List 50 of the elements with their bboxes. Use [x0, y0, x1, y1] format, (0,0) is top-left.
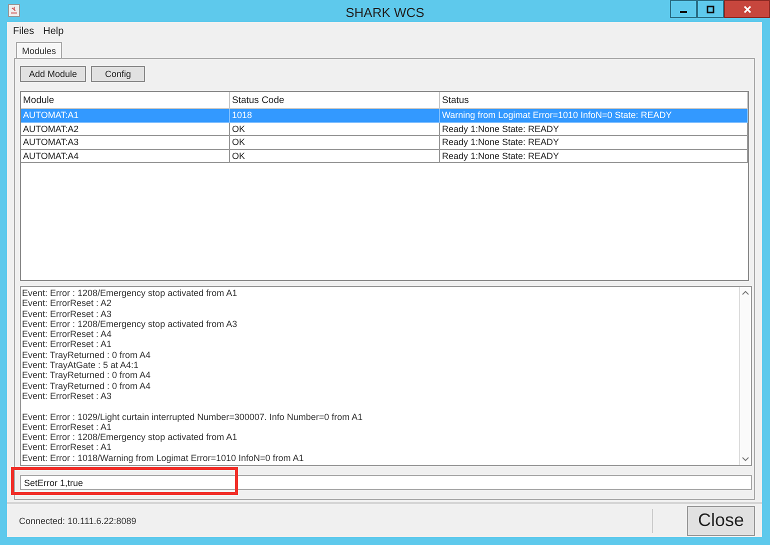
table-row[interactable]: AUTOMAT:A3 OK Ready 1:None State: READY	[21, 136, 748, 150]
log-line: Event: Error : 1208/Emergency stop activated from A3	[22, 318, 238, 330]
log-line: Event: TrayReturned : 0 from A4	[22, 380, 151, 391]
table-row[interactable]: AUTOMAT:A4 OK Ready 1:None State: READY	[21, 150, 748, 163]
close-button[interactable]: Close	[687, 506, 755, 536]
table-cell: 1018	[232, 110, 252, 120]
log-line: Event: Error : 1208/Emergency stop activated from A1	[22, 432, 238, 442]
table-cell: Ready 1:None State: READY	[442, 124, 560, 134]
close-icon	[742, 4, 752, 14]
menu-item[interactable]: Help	[43, 26, 64, 38]
toolbar-button[interactable]: Config	[91, 66, 145, 82]
toolbar-button[interactable]: Add Module	[20, 66, 86, 82]
window-title: SHARK WCS	[346, 4, 424, 20]
table-cell: Ready 1:None State: READY	[442, 137, 560, 147]
table-cell: AUTOMAT:A2	[23, 124, 79, 134]
log-line: Event: TrayReturned : 0 from A4	[22, 370, 151, 381]
scroll-down-icon[interactable]	[741, 456, 750, 462]
tab[interactable]: Modules	[16, 42, 62, 58]
maximize-icon	[706, 4, 715, 14]
menu-item[interactable]: Files	[13, 26, 34, 38]
log-line: Event: ErrorReset : A4	[22, 329, 112, 340]
connection-status: Connected: 10.111.6.22:8089	[18, 516, 138, 526]
log-line: Event: TrayReturned : 0 from A4	[22, 350, 151, 360]
log-line: Event: ErrorReset : A1	[22, 339, 112, 350]
log-line: Event: Error : 1029/Light curtain interrupted Number=300007. Info Number=0 from A1	[22, 412, 363, 422]
minimize-icon	[680, 10, 687, 12]
log-line: Event: Error : 1018/Warning from Logimat Error=1010 InfoN=0 from A1	[22, 452, 304, 464]
command-field[interactable]: SetError 1,true	[20, 475, 752, 490]
table-cell: OK	[232, 150, 246, 160]
scroll-up-icon[interactable]	[741, 290, 750, 296]
table-cell: AUTOMAT:A1	[23, 110, 79, 120]
table-row[interactable]: AUTOMAT:A2 OK Ready 1:None State: READY	[21, 122, 748, 136]
table-cell: OK	[232, 124, 246, 134]
app-icon	[8, 4, 20, 17]
table-cell: AUTOMAT:A3	[23, 137, 79, 147]
log-line: Event: ErrorReset : A2	[22, 298, 112, 309]
scrollbar[interactable]	[739, 287, 751, 465]
table-cell: Warning from Logimat Error=1010 InfoN=0 State: READY	[442, 110, 672, 120]
maximize-button[interactable]	[697, 0, 724, 18]
minimize-button[interactable]	[670, 0, 697, 18]
log-line: Event: ErrorReset : A3	[22, 390, 112, 402]
log-line: Event: Error : 1208/Emergency stop activated from A1	[22, 288, 238, 298]
log-line: Event: ErrorReset : A3	[22, 308, 112, 319]
table-cell: Ready 1:None State: READY	[442, 150, 560, 160]
close-window-button[interactable]	[724, 0, 770, 18]
log-line: Event: TrayAtGate : 5 at A4:1	[22, 360, 139, 370]
log-line: Event: ErrorReset : A1	[22, 422, 112, 432]
table-cell: AUTOMAT:A4	[23, 150, 79, 160]
table-cell: OK	[232, 137, 246, 147]
log-line: Event: ErrorReset : A1	[22, 442, 112, 453]
